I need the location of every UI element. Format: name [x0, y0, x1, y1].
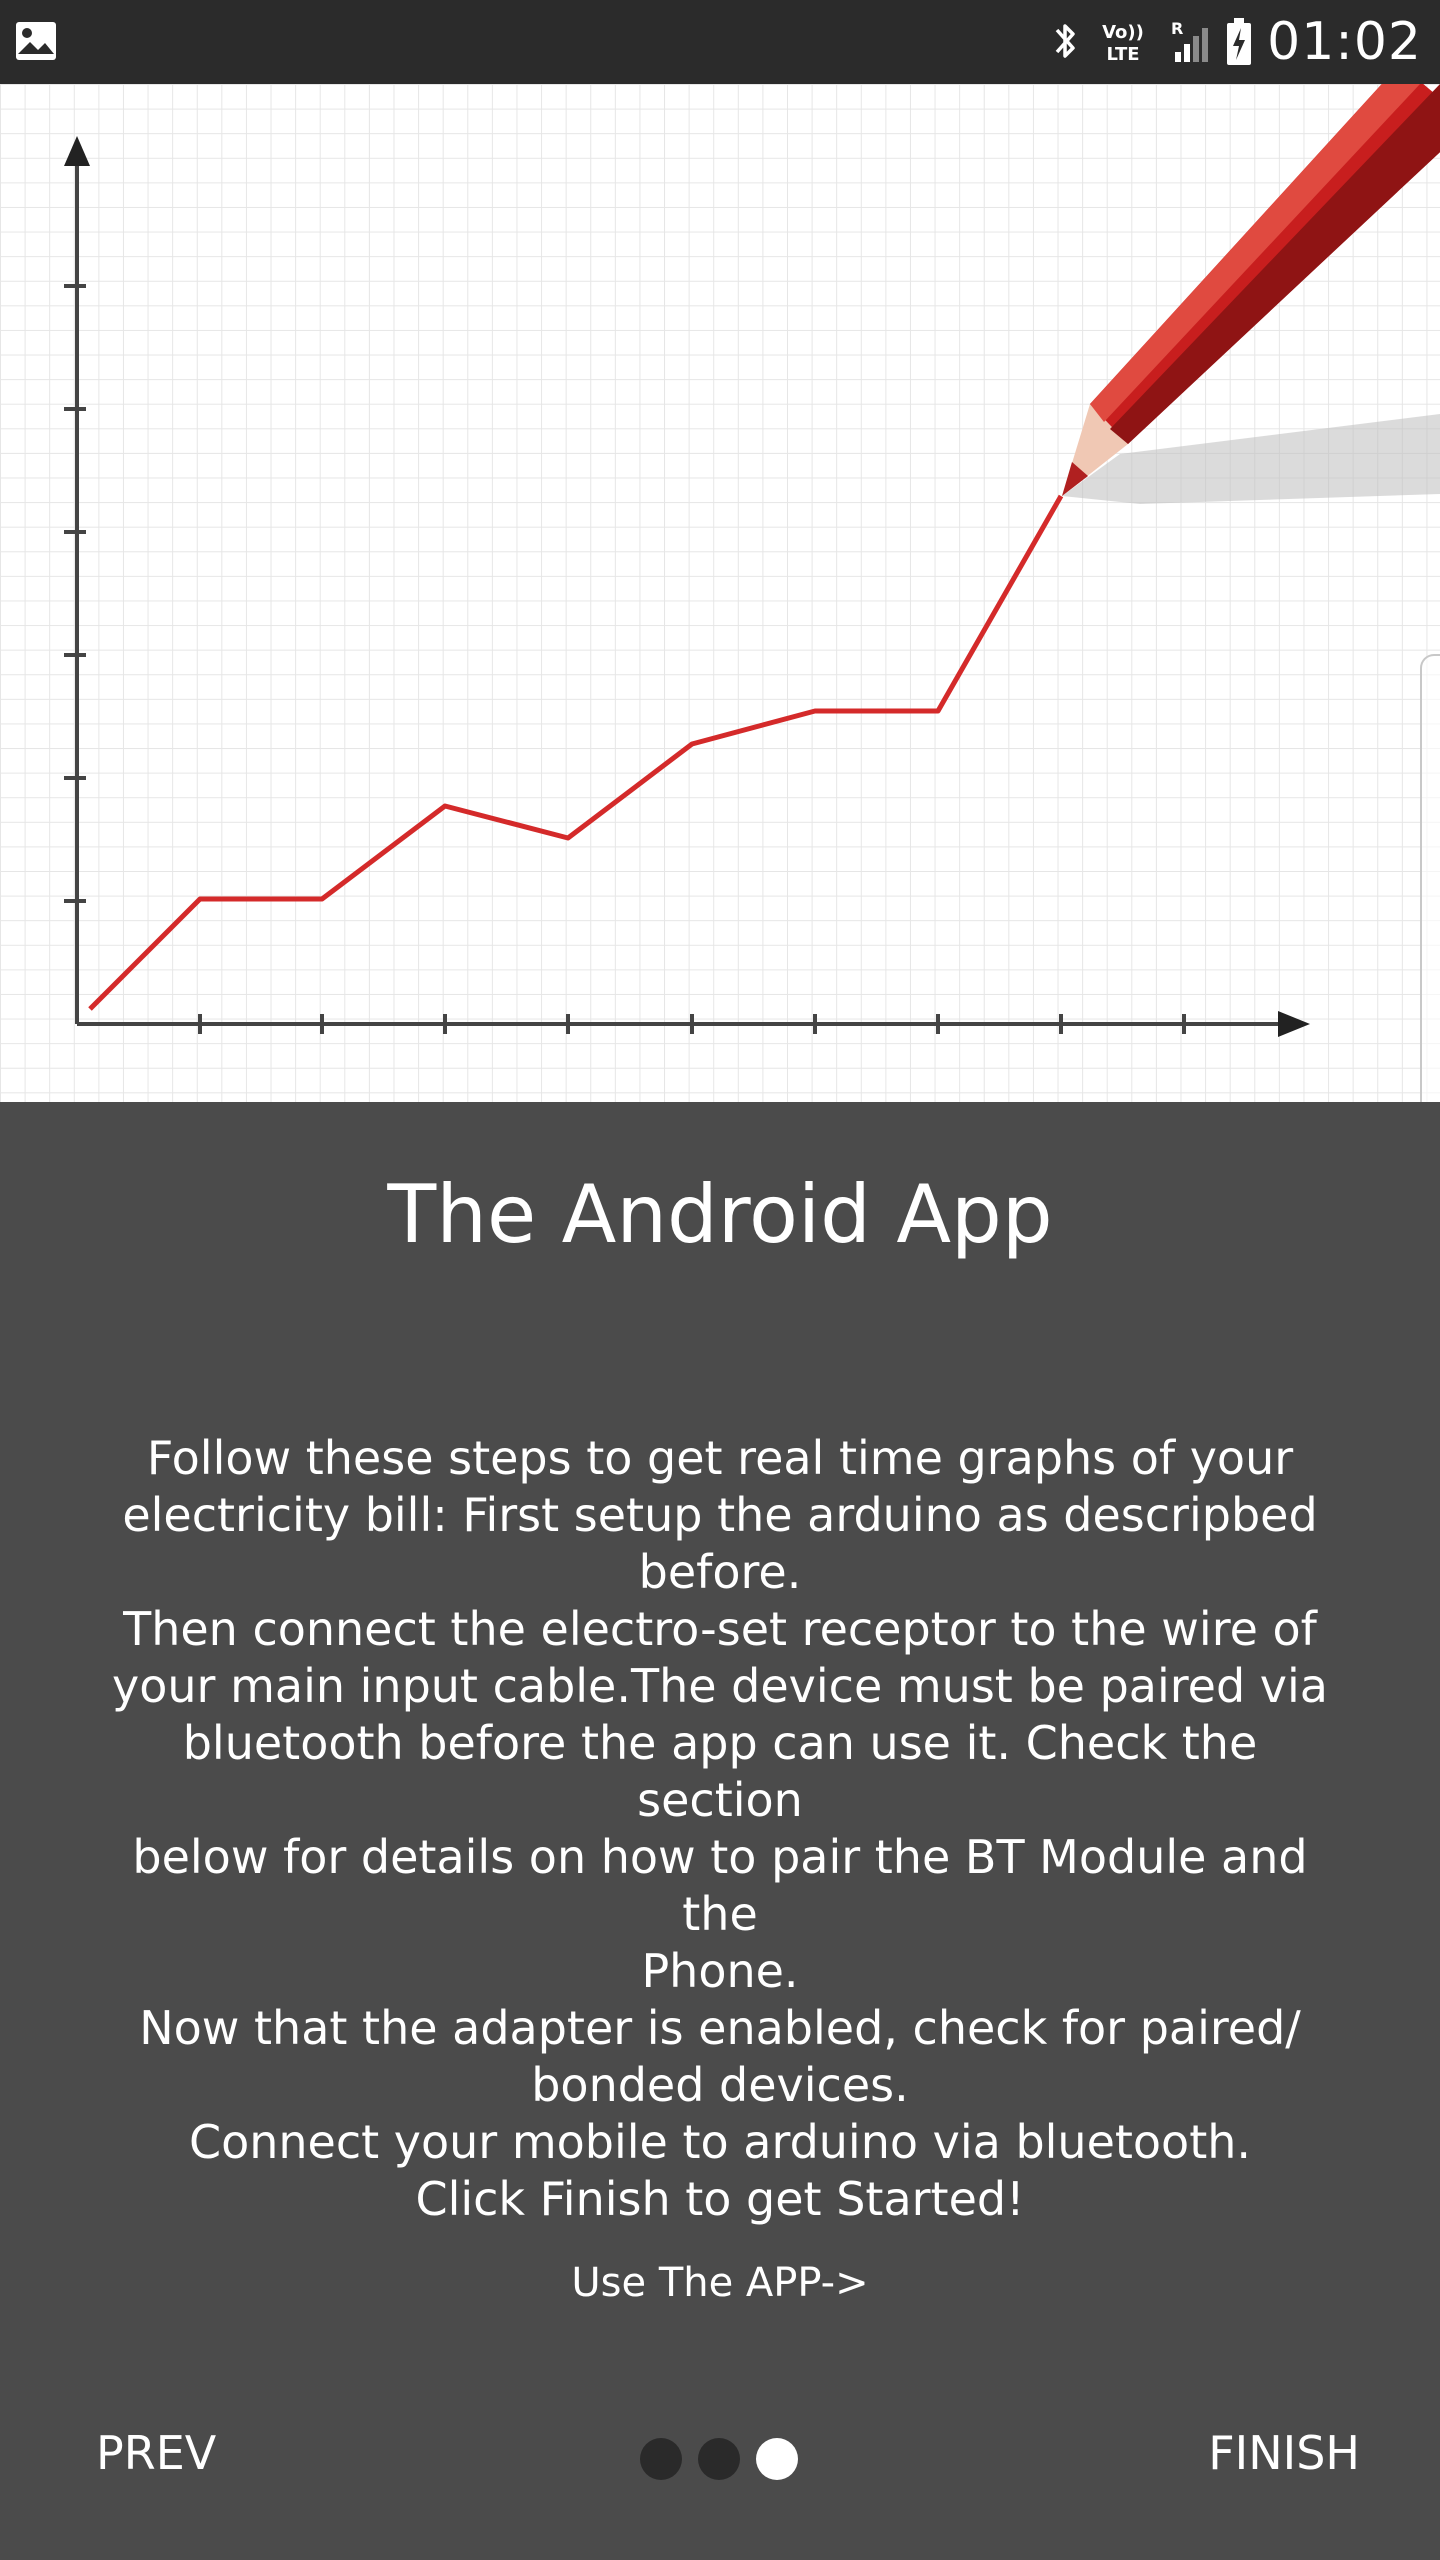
line-graph-illustration	[64, 84, 1440, 1037]
page-indicator-dot-active[interactable]	[756, 2438, 798, 2480]
status-bar: Vo)) LTE R 01:02	[0, 0, 1440, 84]
finish-button[interactable]: FINISH	[1208, 2426, 1360, 2480]
svg-text:LTE: LTE	[1107, 44, 1140, 65]
page-indicator-dot[interactable]	[698, 2438, 740, 2480]
side-drawer-handle[interactable]	[1420, 654, 1440, 1102]
volte-icon: Vo)) LTE	[1102, 22, 1144, 65]
description-line: bonded devices.	[531, 2058, 909, 2112]
description-line: Follow these steps to get real time grap…	[146, 1431, 1294, 1485]
hero-illustration	[0, 84, 1440, 1102]
svg-text:Vo)): Vo))	[1102, 22, 1144, 43]
description-line: Click Finish to get Started!	[415, 2172, 1025, 2226]
description-text: Follow these steps to get real time grap…	[110, 1430, 1330, 2228]
page-title: The Android App	[387, 1168, 1053, 1261]
description-line: Connect your mobile to arduino via bluet…	[188, 2115, 1252, 2169]
status-icons: Vo)) LTE R 01:02	[1051, 0, 1422, 84]
prev-button[interactable]: PREV	[96, 2426, 216, 2480]
graph-line	[88, 494, 1064, 1011]
y-axis-arrow	[64, 136, 90, 166]
intro-navigation-bar: PREV FINISH	[0, 2400, 1440, 2510]
description-line: below for details on how to pair the BT …	[132, 1830, 1308, 1941]
use-app-link[interactable]: Use The APP->	[0, 2260, 1440, 2306]
page-indicator	[640, 2438, 798, 2480]
description-line: Then connect the electro-set receptor to…	[123, 1602, 1317, 1656]
intro-slide-content: The Android App Follow these steps to ge…	[0, 1102, 1440, 2560]
svg-text:R: R	[1171, 19, 1183, 38]
signal-roaming-icon: R	[1171, 19, 1209, 62]
image-icon	[16, 22, 56, 60]
description-line: electricity bill: First setup the arduin…	[122, 1488, 1318, 1542]
description-line: before.	[638, 1545, 802, 1599]
bluetooth-icon	[1055, 24, 1075, 58]
status-time: 01:02	[1267, 12, 1422, 72]
x-axis-arrow	[1278, 1011, 1310, 1037]
description-line: Now that the adapter is enabled, check f…	[139, 2001, 1301, 2055]
description-line: bluetooth before the app can use it. Che…	[182, 1716, 1258, 1827]
page-indicator-dot[interactable]	[640, 2438, 682, 2480]
battery-charging-icon	[1227, 18, 1252, 65]
description-line: Phone.	[641, 1944, 799, 1998]
description-line: your main input cable.The device must be…	[112, 1659, 1328, 1713]
